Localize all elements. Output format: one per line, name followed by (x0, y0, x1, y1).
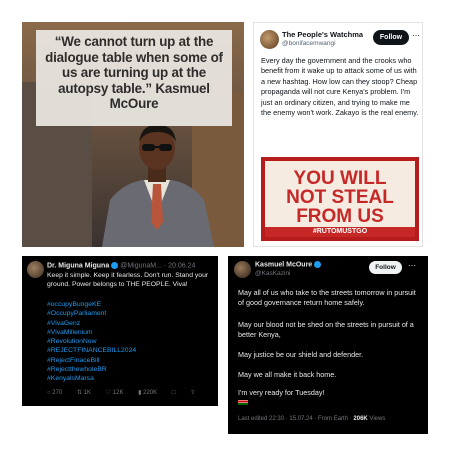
like-button[interactable]: ♡ 12K (106, 389, 124, 396)
poster-line-3: FROM US (296, 206, 384, 227)
user-handle[interactable]: @KasKazini (255, 270, 291, 277)
action-bar: ○ 270 ⇅ 1K ♡ 12K ▮ 220K □ ⇧ (47, 389, 217, 396)
poster-hashtag: #RUTOMUSTGO (265, 227, 415, 237)
display-name[interactable]: Dr. Miguna Miguna (47, 262, 109, 269)
views-button[interactable]: ▮ 220K (138, 389, 157, 396)
tweet-card-peoples-watchman: The People's Watchma @bonifacemwangi Fol… (253, 22, 423, 247)
hashtag-link[interactable]: #RejectFinaceBill (47, 356, 215, 365)
quote-text: “We cannot turn up at the dialogue table… (45, 34, 223, 111)
verified-badge-icon (314, 261, 322, 268)
poster-background: YOU WILL NOT STEAL FROM US #RUTOMUSTGO (265, 161, 415, 237)
display-name-row: Kasmuel McOure (255, 261, 322, 268)
hashtag-link[interactable]: #RevolutionNow (47, 337, 215, 346)
tweet-paragraph: I'm very ready for Tuesday! (238, 388, 325, 397)
share-icon[interactable]: ⇧ (190, 389, 195, 396)
hashtag-link[interactable]: #REJECTFINANCEBILL2024 (47, 346, 215, 355)
more-options-icon[interactable]: ⋯ (412, 31, 420, 40)
hashtag-link[interactable]: #RejectthewholeBR (47, 365, 215, 374)
more-options-icon[interactable]: ⋯ (408, 261, 416, 270)
reply-icon: ○ (47, 390, 51, 396)
kenya-flag-icon (238, 398, 248, 405)
hashtag-link[interactable]: #VivaGenz (47, 319, 215, 328)
views-count: 206K (353, 416, 368, 422)
repost-button[interactable]: ⇅ 1K (77, 389, 91, 396)
man-portrait-illustration (102, 124, 214, 247)
hashtag-link[interactable]: #OccupyParliament (47, 309, 215, 318)
hashtag-link[interactable]: #occupyBungeKE (47, 300, 215, 309)
handle-and-date[interactable]: @MigunaM... · 20.06.24 (120, 262, 195, 269)
tweet-paragraph: May our blood not be shed on the streets… (238, 320, 414, 339)
like-count: 12K (112, 390, 124, 396)
repost-icon: ⇅ (76, 390, 83, 396)
bookmark-icon[interactable]: □ (172, 390, 176, 396)
quote-image-card: “We cannot turn up at the dialogue table… (22, 22, 244, 247)
reply-button[interactable]: ○ 270 (47, 390, 62, 396)
poster-line-2: NOT STEAL (286, 187, 394, 208)
avatar[interactable] (27, 261, 44, 278)
follow-button[interactable]: Follow (369, 261, 402, 274)
tweet-text: Every day the government and the crooks … (261, 56, 419, 118)
verified-badge-icon (111, 262, 119, 269)
view-count: 220K (143, 390, 158, 396)
reply-count: 270 (52, 390, 63, 396)
views-label: Views (369, 416, 386, 422)
tweet-paragraph: May justice be our shield and defender. (238, 350, 364, 359)
protest-poster-image[interactable]: YOU WILL NOT STEAL FROM US #RUTOMUSTGO (261, 157, 419, 241)
avatar[interactable] (260, 30, 279, 49)
avatar[interactable] (234, 261, 251, 278)
display-name[interactable]: The People's Watchma (282, 30, 363, 39)
hashtag-link[interactable]: #KenyalsMarsa (47, 374, 215, 383)
repost-count: 1K (83, 390, 92, 396)
tweet-card-miguna: Dr. Miguna Miguna @MigunaM... · 20.06.24 … (22, 256, 218, 406)
poster-line-1: YOU WILL (293, 168, 387, 189)
display-name[interactable]: Kasmuel McOure (255, 261, 312, 268)
tweet-paragraph: May we all make it back home. (238, 370, 337, 379)
tweet-card-kasmuel: Kasmuel McOure @KasKazini Follow ⋯ May a… (228, 256, 428, 434)
heart-icon: ♡ (105, 390, 112, 396)
edit-info[interactable]: Last edited 22:30 · 15.07.24 · From Eart… (238, 416, 352, 422)
tweet-paragraph: May all of us who take to the streets to… (238, 288, 416, 307)
user-handle[interactable]: @bonifacemwangi (282, 40, 336, 47)
tweet-text: Keep it simple. Keep it fearless. Don't … (47, 272, 209, 288)
quote-box: “We cannot turn up at the dialogue table… (36, 30, 232, 126)
follow-button[interactable]: Follow (373, 30, 409, 45)
tweet-header: Dr. Miguna Miguna @MigunaM... · 20.06.24 (47, 262, 195, 269)
hashtag-link[interactable]: #VivaMillenium (47, 328, 215, 337)
tweet-meta: Last edited 22:30 · 15.07.24 · From Eart… (238, 416, 423, 422)
hashtag-list: #occupyBungeKE #OccupyParliament #VivaGe… (47, 300, 215, 384)
views-icon: ▮ (138, 390, 142, 396)
